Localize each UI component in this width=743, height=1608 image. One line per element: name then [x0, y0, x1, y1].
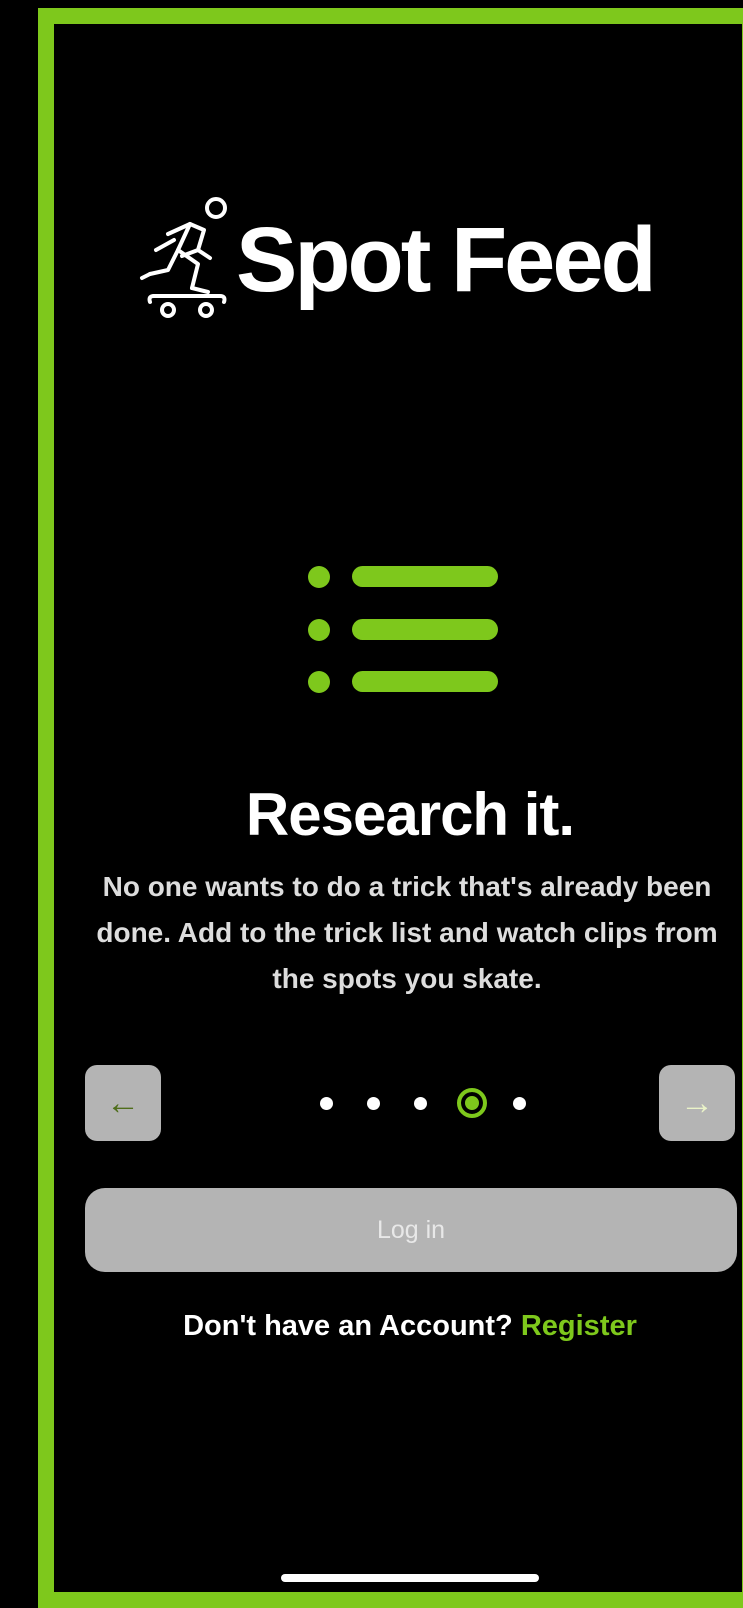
register-link[interactable]: Register	[521, 1310, 637, 1342]
skateboarder-icon	[140, 197, 227, 318]
arrow-left-icon: ←	[106, 1083, 140, 1122]
page-dot[interactable]	[414, 1096, 427, 1110]
previous-button[interactable]: ←	[85, 1065, 161, 1141]
page-dot[interactable]	[367, 1096, 380, 1110]
register-row: Don't have an Account? Register	[0, 1310, 743, 1343]
page-dot-active[interactable]	[457, 1088, 487, 1118]
page-dot[interactable]	[320, 1096, 333, 1110]
page-dot[interactable]	[513, 1096, 526, 1110]
register-prompt: Don't have an Account?	[183, 1310, 513, 1342]
onboarding-title: Research it.	[245, 781, 575, 848]
home-indicator	[281, 1574, 539, 1582]
login-button[interactable]: Log in	[85, 1188, 737, 1272]
list-icon	[308, 566, 498, 693]
app-logo: Spot Feed	[138, 192, 657, 327]
app-name: Spot Feed	[236, 208, 657, 311]
arrow-right-icon: →	[680, 1083, 714, 1122]
page-indicator	[320, 1087, 526, 1119]
onboarding-description: No one wants to do a trick that's alread…	[96, 871, 718, 994]
next-button[interactable]: →	[659, 1065, 735, 1141]
